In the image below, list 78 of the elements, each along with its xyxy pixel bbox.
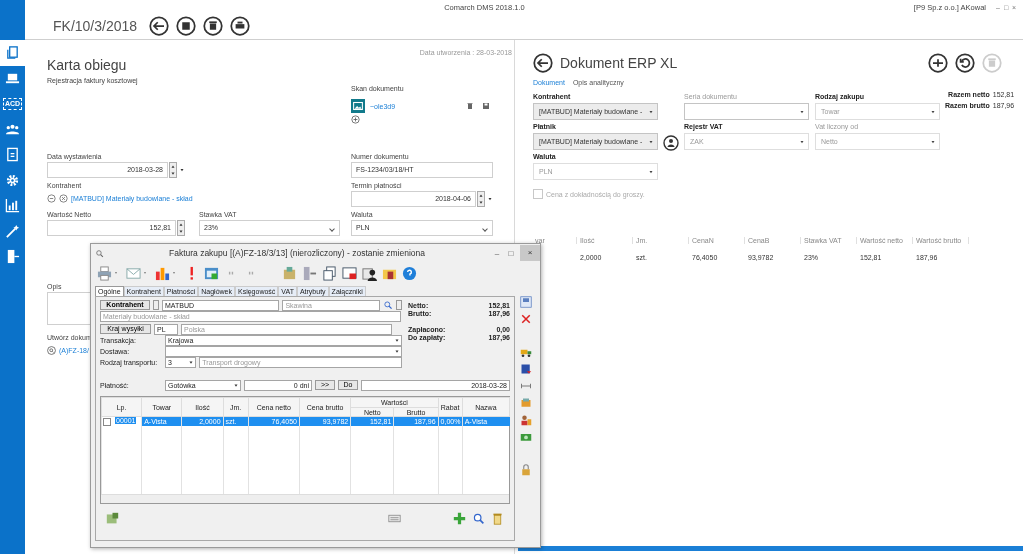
copy-icon[interactable] (322, 265, 337, 281)
image-file-icon (351, 99, 365, 113)
panel-title: Dokument ERP XL (560, 55, 678, 71)
window-control[interactable]: – (490, 248, 504, 258)
add-icon[interactable] (351, 115, 360, 124)
checkbox[interactable] (103, 417, 111, 426)
chevron-icon (930, 109, 936, 115)
person-icon[interactable] (362, 265, 377, 281)
save-icon[interactable] (520, 296, 532, 308)
wand-icon (5, 223, 20, 239)
select-field[interactable] (165, 345, 402, 357)
dropdown-arrow-icon[interactable] (179, 167, 185, 173)
select-field[interactable] (684, 103, 809, 120)
dropdown-button[interactable] (153, 300, 159, 310)
printer-icon[interactable] (97, 265, 112, 281)
caret-icon[interactable] (143, 271, 147, 275)
lock-icon[interactable] (520, 464, 532, 476)
down-arrow-icon (170, 170, 176, 177)
window-control[interactable]: × (520, 245, 540, 261)
delete-button[interactable] (203, 16, 223, 36)
caret-icon[interactable] (172, 271, 176, 275)
card-title: Karta obiegu (47, 57, 128, 75)
people-icon[interactable] (520, 414, 532, 426)
up-arrow-icon (478, 192, 484, 199)
help-icon[interactable] (402, 265, 417, 281)
scrollbar[interactable] (101, 494, 509, 503)
bar-chart-icon[interactable] (155, 265, 170, 281)
add-row-icon[interactable] (106, 512, 119, 525)
dropdown-button[interactable] (396, 300, 402, 310)
down-arrow-icon (178, 228, 184, 235)
screen-icon[interactable] (342, 265, 357, 281)
settings-icon (5, 172, 20, 188)
window-control[interactable]: □ (504, 248, 518, 258)
back-button[interactable] (149, 16, 169, 36)
document-icon (5, 147, 20, 163)
spreadsheet-icon[interactable] (204, 265, 219, 281)
chevron-icon (648, 109, 654, 115)
money-icon[interactable] (520, 431, 532, 443)
book-icon[interactable] (520, 363, 532, 375)
caret-icon[interactable] (114, 271, 118, 275)
dropdown-arrow-icon (233, 381, 239, 389)
save-button[interactable] (176, 16, 196, 36)
chevron-icon (799, 109, 805, 115)
package-icon[interactable] (282, 265, 297, 281)
sidebar-item[interactable] (0, 40, 25, 66)
exit-icon (5, 249, 20, 265)
trash-icon[interactable] (491, 512, 504, 525)
minus-icon[interactable] (47, 193, 56, 203)
search-icon[interactable] (383, 300, 394, 310)
save-icon[interactable] (482, 102, 490, 110)
trash-icon[interactable] (466, 102, 474, 110)
up-arrow-icon (170, 163, 176, 170)
close-icon[interactable] (520, 313, 532, 325)
window-title: Faktura zakupu [(A)FZ-18/3/13] (nierozliczony) - zostanie zmieniona (167, 248, 427, 258)
refresh-button[interactable] (955, 53, 975, 73)
person-button[interactable] (663, 135, 679, 151)
print-button[interactable] (230, 16, 250, 36)
down-arrow-icon (478, 199, 484, 206)
clear-icon[interactable] (59, 193, 68, 203)
documents-icon (5, 45, 20, 61)
dropdown-arrow-icon (188, 358, 195, 366)
dropdown-arrow-icon[interactable] (487, 196, 493, 202)
chevron-icon (799, 139, 805, 145)
search-icon[interactable] (47, 345, 56, 355)
spinner[interactable] (177, 220, 185, 236)
spinner[interactable] (477, 191, 485, 207)
document-number: FK/10/3/2018 (52, 18, 139, 34)
spinner[interactable] (169, 162, 177, 178)
chevron-icon (930, 139, 936, 145)
up-arrow-icon (178, 221, 184, 228)
chart-icon (5, 198, 20, 214)
stamp-icon[interactable] (520, 397, 532, 409)
search-icon[interactable] (472, 512, 485, 525)
back-button[interactable] (533, 53, 553, 73)
chevron-icon (648, 139, 654, 145)
chevron-icon (648, 169, 654, 175)
search-icon[interactable] (95, 248, 104, 258)
add-icon[interactable] (453, 512, 466, 525)
